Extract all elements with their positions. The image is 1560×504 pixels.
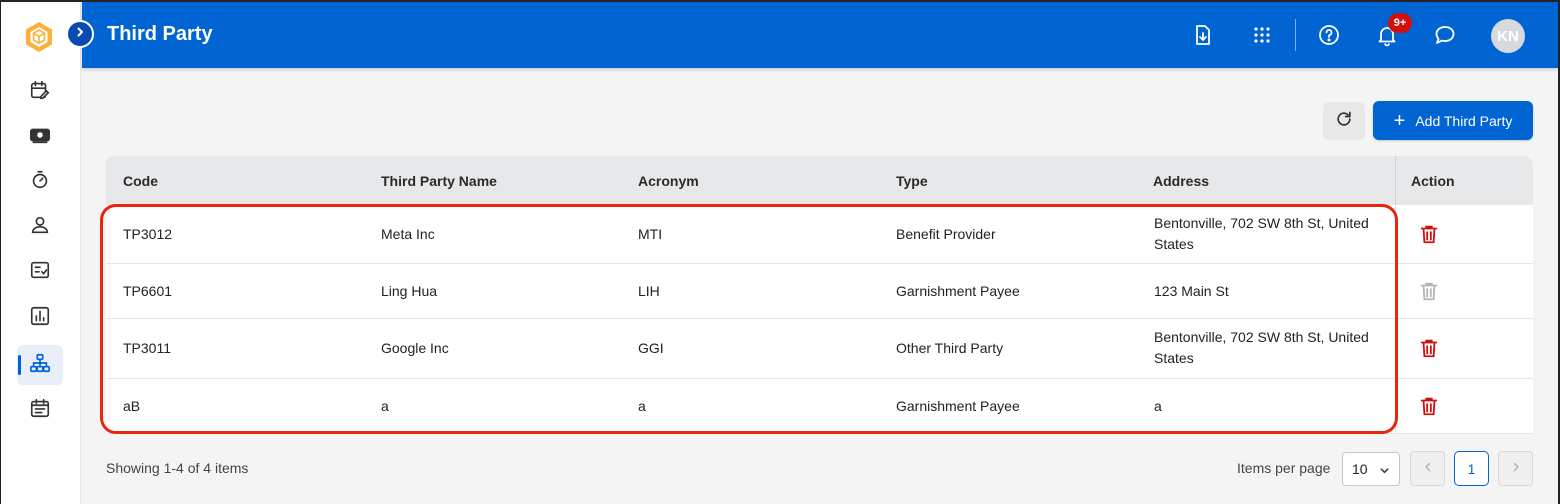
chevron-right-icon [74, 25, 86, 43]
timer-icon [29, 169, 51, 196]
add-third-party-label: Add Third Party [1415, 112, 1513, 129]
notification-badge: 9+ [1388, 13, 1412, 33]
cell-acronym: GGI [638, 340, 664, 356]
checklist-icon [29, 259, 51, 286]
sidebar-item-reports[interactable] [17, 298, 63, 338]
refresh-button[interactable] [1323, 102, 1365, 140]
next-page-button[interactable] [1498, 451, 1533, 486]
items-per-page-label: Items per page [1237, 460, 1331, 476]
cell-code: TP6601 [123, 283, 173, 299]
column-header-code[interactable]: Code [123, 173, 158, 189]
help-icon[interactable] [1315, 21, 1343, 49]
cube-logo-icon[interactable] [22, 20, 56, 54]
column-header-name[interactable]: Third Party Name [381, 173, 497, 189]
sidebar-item-third-party[interactable] [17, 345, 63, 385]
table-header: Code Third Party Name Acronym Type Addre… [106, 156, 1533, 205]
cell-acronym: MTI [638, 226, 663, 242]
chevron-right-icon [1510, 460, 1522, 478]
calendar-list-icon [29, 397, 51, 424]
header-divider [1295, 19, 1296, 51]
refresh-icon [1334, 109, 1354, 134]
cell-type: Other Third Party [896, 340, 1004, 356]
cell-acronym: LIH [638, 283, 660, 299]
sidebar-item-schedule[interactable] [17, 390, 63, 430]
cell-address: 123 Main St [1154, 283, 1229, 299]
cell-name: Meta Inc [381, 226, 435, 242]
plus-icon: + [1393, 109, 1406, 132]
delete-button[interactable] [1418, 223, 1440, 245]
items-per-page-select[interactable]: 10 [1342, 452, 1400, 486]
calendar-edit-icon [29, 79, 51, 106]
page-title: Third Party [107, 23, 213, 45]
table-row[interactable]: TP3012 Meta Inc MTI Benefit Provider Ben… [106, 205, 1533, 264]
cell-address: a [1154, 398, 1162, 414]
cell-code: TP3011 [123, 340, 171, 356]
download-file-icon[interactable] [1189, 21, 1217, 49]
chat-icon[interactable] [1431, 21, 1459, 49]
cell-name: Google Inc [381, 340, 449, 356]
cell-type: Benefit Provider [896, 226, 996, 242]
add-third-party-button[interactable]: + Add Third Party [1373, 101, 1533, 140]
sidebar-item-payroll[interactable] [17, 117, 63, 157]
action-cell [1395, 379, 1533, 433]
cell-acronym: a [638, 398, 646, 414]
sidebar [0, 0, 81, 504]
person-icon [29, 214, 51, 241]
delete-button-disabled [1418, 280, 1440, 302]
cell-name: a [381, 398, 389, 414]
delete-button[interactable] [1418, 395, 1440, 417]
apps-grid-icon[interactable] [1248, 21, 1276, 49]
sidebar-item-time[interactable] [17, 162, 63, 202]
avatar[interactable]: KN [1491, 19, 1525, 53]
items-per-page-value: 10 [1352, 461, 1368, 477]
third-party-table: Code Third Party Name Acronym Type Addre… [106, 156, 1533, 434]
cell-address: Bentonville, 702 SW 8th St, United State… [1154, 329, 1369, 366]
sidebar-item-tasks[interactable] [17, 252, 63, 292]
table-row[interactable]: TP6601 Ling Hua LIH Garnishment Payee 12… [106, 264, 1533, 319]
org-chart-icon [29, 352, 51, 379]
action-cell [1395, 319, 1533, 378]
column-header-action: Action [1411, 173, 1455, 189]
cell-address: Bentonville, 702 SW 8th St, United State… [1154, 215, 1369, 252]
column-header-type[interactable]: Type [896, 173, 928, 189]
action-cell [1395, 264, 1533, 318]
action-cell [1395, 205, 1533, 263]
table-row[interactable]: TP3011 Google Inc GGI Other Third Party … [106, 319, 1533, 379]
page-number-button[interactable]: 1 [1454, 451, 1489, 486]
cell-code: aB [123, 398, 141, 414]
column-header-acronym[interactable]: Acronym [638, 173, 699, 189]
table-row[interactable]: aB a a Garnishment Payee a [106, 379, 1533, 434]
money-icon [29, 124, 51, 151]
bar-chart-icon [29, 305, 51, 332]
column-divider [1395, 156, 1396, 205]
cell-type: Garnishment Payee [896, 283, 1020, 299]
cell-name: Ling Hua [381, 283, 438, 299]
top-header: Third Party 9+ KN [82, 2, 1558, 68]
column-header-address[interactable]: Address [1153, 173, 1209, 189]
previous-page-button[interactable] [1410, 451, 1445, 486]
cell-code: TP3012 [123, 226, 173, 242]
chevron-left-icon [1422, 460, 1434, 478]
cell-type: Garnishment Payee [896, 398, 1020, 414]
sidebar-item-calendar[interactable] [17, 72, 63, 112]
delete-button[interactable] [1418, 337, 1440, 359]
sidebar-toggle-button[interactable] [66, 20, 94, 48]
showing-count: Showing 1-4 of 4 items [106, 460, 249, 476]
sidebar-item-people[interactable] [17, 207, 63, 247]
